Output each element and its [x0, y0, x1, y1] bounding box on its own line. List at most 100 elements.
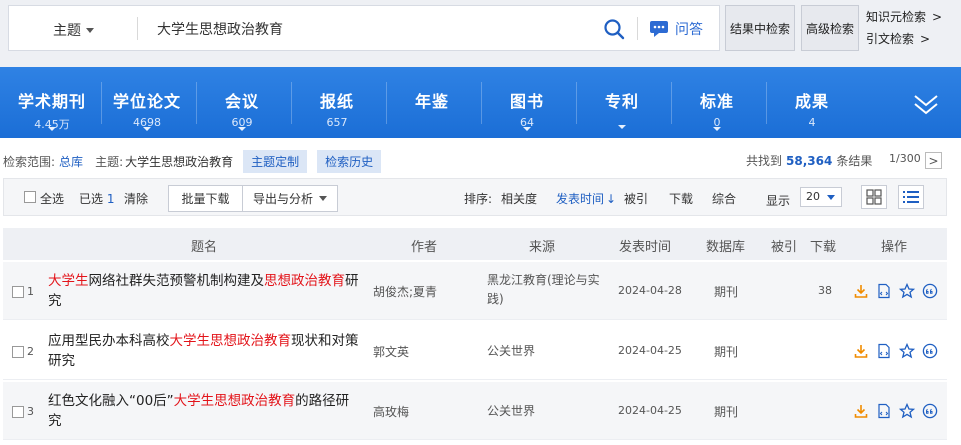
publish-date: 2024-04-25 [618, 344, 682, 357]
download-icon[interactable] [853, 403, 869, 419]
article-title-link[interactable]: 红色文化融入“00后”大学生思想政治教育的路径研究 [48, 391, 362, 431]
row-number: 2 [27, 345, 34, 358]
html-read-icon[interactable] [876, 403, 892, 419]
tab-journals[interactable]: 学术期刊 4.45万 [5, 67, 99, 138]
select-all-label[interactable]: 全选 [40, 190, 64, 207]
author-link[interactable]: 郭文英 [373, 343, 409, 360]
tab-achievements[interactable]: 成果 4 [765, 67, 859, 138]
sort-relevance[interactable]: 相关度 [501, 190, 537, 207]
page-indicator: 1/300 [889, 152, 921, 165]
tab-books[interactable]: 图书 64 [480, 67, 574, 138]
favorite-star-icon[interactable] [899, 343, 915, 359]
side-links: 知识元检索 > 引文检索 > [866, 6, 942, 50]
list-view-button[interactable] [898, 185, 924, 209]
clear-button[interactable]: 清除 [124, 190, 148, 207]
advanced-search-button[interactable]: 高级检索 [801, 5, 859, 51]
chat-bubble-icon [650, 21, 668, 37]
sort-cited[interactable]: 被引 [624, 190, 648, 207]
tab-dissertations[interactable]: 学位论文 4698 [100, 67, 194, 138]
tab-conferences[interactable]: 会议 609 [195, 67, 289, 138]
topic-custom-button[interactable]: 主题定制 [243, 149, 308, 173]
quote-icon[interactable] [922, 283, 938, 299]
expand-chevron-icon[interactable] [912, 90, 940, 118]
table-row[interactable]: 1 大学生网络社群失范预警机制构建及思想政治教育研究 胡俊杰;夏青 黑龙江教育(… [3, 262, 947, 320]
chevron-down-icon [319, 196, 327, 201]
row-operations [853, 283, 938, 299]
grid-icon [866, 189, 882, 205]
qa-button[interactable]: 问答 [649, 18, 703, 40]
favorite-star-icon[interactable] [899, 283, 915, 299]
col-source: 来源 [529, 240, 556, 255]
knowledge-search-link[interactable]: 知识元检索 > [866, 6, 942, 28]
table-row[interactable]: 2 应用型民办本科高校大学生思想政治教育现状和对策研究 郭文英 公关世界 202… [3, 322, 947, 380]
result-count: 共找到 58,364 条结果 [746, 154, 873, 168]
quote-icon[interactable] [922, 403, 938, 419]
search-box: 主题 问答 [8, 5, 720, 51]
source-link[interactable]: 黑龙江教育(理论与实践) [487, 271, 609, 309]
next-page-button[interactable]: > [925, 152, 942, 169]
selected-count: 1 [106, 192, 115, 206]
article-title-link[interactable]: 大学生网络社群失范预警机制构建及思想政治教育研究 [48, 271, 362, 311]
qa-label: 问答 [675, 22, 703, 38]
chevron-down-icon [523, 127, 531, 131]
grid-view-button[interactable] [861, 185, 887, 209]
database-type: 期刊 [714, 285, 739, 299]
source-link[interactable]: 公关世界 [487, 342, 609, 361]
topic-value: 大学生思想政治教育 [125, 154, 234, 169]
search-input[interactable] [157, 18, 587, 40]
tab-standards[interactable]: 标准 0 [670, 67, 764, 138]
chevron-down-icon [143, 127, 151, 131]
chevron-down-icon [618, 125, 626, 129]
author-link[interactable]: 高玫梅 [373, 403, 409, 420]
export-analysis-dropdown[interactable]: 导出与分析 [242, 185, 338, 212]
row-checkbox[interactable] [12, 406, 24, 418]
arrow-down-icon: ↓ [606, 192, 617, 206]
tab-newspapers[interactable]: 报纸 657 [290, 67, 384, 138]
search-field-select[interactable]: 主题 [53, 20, 94, 40]
search-icon[interactable] [603, 18, 625, 40]
sort-overall[interactable]: 综合 [712, 190, 736, 207]
search-scope: 检索范围: 总库 主题: 大学生思想政治教育 主题定制 检索历史 [3, 149, 382, 173]
sort-date[interactable]: 发表时间 ↓ [556, 190, 616, 207]
divider [637, 17, 638, 40]
article-title-link[interactable]: 应用型民办本科高校大学生思想政治教育现状和对策研究 [48, 331, 362, 371]
page-size-select[interactable]: 20 [800, 187, 842, 207]
col-author: 作者 [411, 240, 438, 255]
download-icon[interactable] [853, 283, 869, 299]
row-checkbox[interactable] [12, 286, 24, 298]
source-link[interactable]: 公关世界 [487, 402, 609, 421]
col-title: 题名 [191, 240, 218, 255]
author-link[interactable]: 胡俊杰;夏青 [373, 283, 437, 300]
col-database: 数据库 [706, 240, 746, 255]
col-cited: 被引 [771, 240, 798, 255]
quote-icon[interactable] [922, 343, 938, 359]
chevron-down-icon [238, 127, 246, 131]
selected-label: 已选 1 [79, 192, 115, 206]
display-label: 显示 [766, 194, 791, 208]
database-type: 期刊 [714, 345, 739, 359]
html-read-icon[interactable] [876, 343, 892, 359]
select-all-checkbox[interactable] [24, 191, 36, 203]
row-checkbox[interactable] [12, 346, 24, 358]
divider [137, 17, 138, 40]
citation-search-link[interactable]: 引文检索 > [866, 28, 942, 50]
list-icon [903, 191, 919, 203]
col-operations: 操作 [881, 240, 908, 255]
chevron-down-icon [827, 195, 835, 200]
table-row[interactable]: 3 红色文化融入“00后”大学生思想政治教育的路径研究 高玫梅 公关世界 202… [3, 382, 947, 440]
tab-yearbooks[interactable]: 年鉴 [385, 67, 479, 138]
batch-download-button[interactable]: 批量下载 [168, 185, 243, 212]
col-date: 发表时间 [619, 240, 672, 255]
search-within-button[interactable]: 结果中检索 [725, 5, 795, 51]
result-total: 58,364 [786, 154, 833, 168]
favorite-star-icon[interactable] [899, 403, 915, 419]
html-read-icon[interactable] [876, 283, 892, 299]
tab-patents[interactable]: 专利 [575, 67, 669, 138]
scope-all-link[interactable]: 总库 [59, 153, 83, 170]
database-type: 期刊 [714, 405, 739, 419]
publish-date: 2024-04-25 [618, 404, 682, 417]
download-icon[interactable] [853, 343, 869, 359]
row-operations [853, 343, 938, 359]
sort-download[interactable]: 下载 [669, 190, 693, 207]
search-history-button[interactable]: 检索历史 [317, 149, 382, 173]
